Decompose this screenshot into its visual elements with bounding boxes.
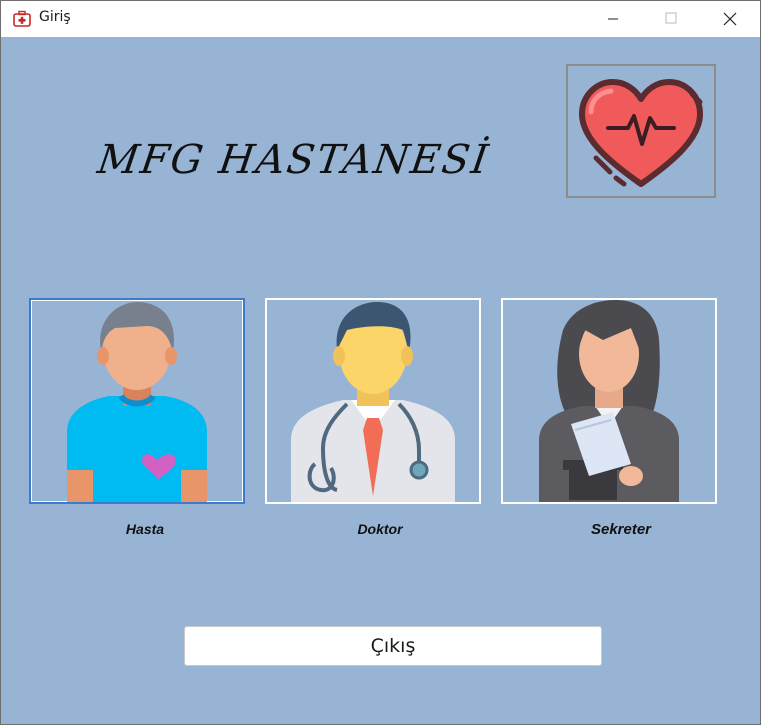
login-window: Giriş MFG HASTANESİ Hasta Doktor Sekrete…	[0, 0, 761, 725]
doctor-button[interactable]	[265, 298, 481, 504]
exit-button[interactable]: Çıkış	[184, 626, 602, 666]
main-panel: MFG HASTANESİ Hasta Doktor Sekreter Çıkı…	[1, 37, 760, 724]
close-icon	[723, 12, 737, 26]
secretary-label: Sekreter	[590, 521, 652, 538]
doctor-label: Doktor	[357, 521, 403, 537]
maximize-button[interactable]	[642, 1, 700, 37]
window-title: Giriş	[39, 9, 71, 25]
patient-button[interactable]	[29, 298, 245, 504]
hospital-logo	[566, 64, 716, 198]
secretary-button[interactable]	[501, 298, 717, 504]
minimize-button[interactable]	[584, 1, 642, 37]
title-bar[interactable]: Giriş	[1, 1, 760, 37]
heart-pulse-icon	[579, 79, 703, 187]
patient-avatar-icon	[67, 302, 207, 502]
medical-kit-icon	[13, 10, 31, 27]
minimize-icon	[608, 18, 618, 20]
hospital-title: MFG HASTANESİ	[94, 137, 493, 183]
patient-label: Hasta	[125, 521, 165, 537]
secretary-avatar-icon	[539, 300, 679, 502]
maximize-icon	[665, 12, 677, 24]
close-button[interactable]	[701, 1, 759, 37]
doctor-avatar-icon	[291, 302, 455, 502]
